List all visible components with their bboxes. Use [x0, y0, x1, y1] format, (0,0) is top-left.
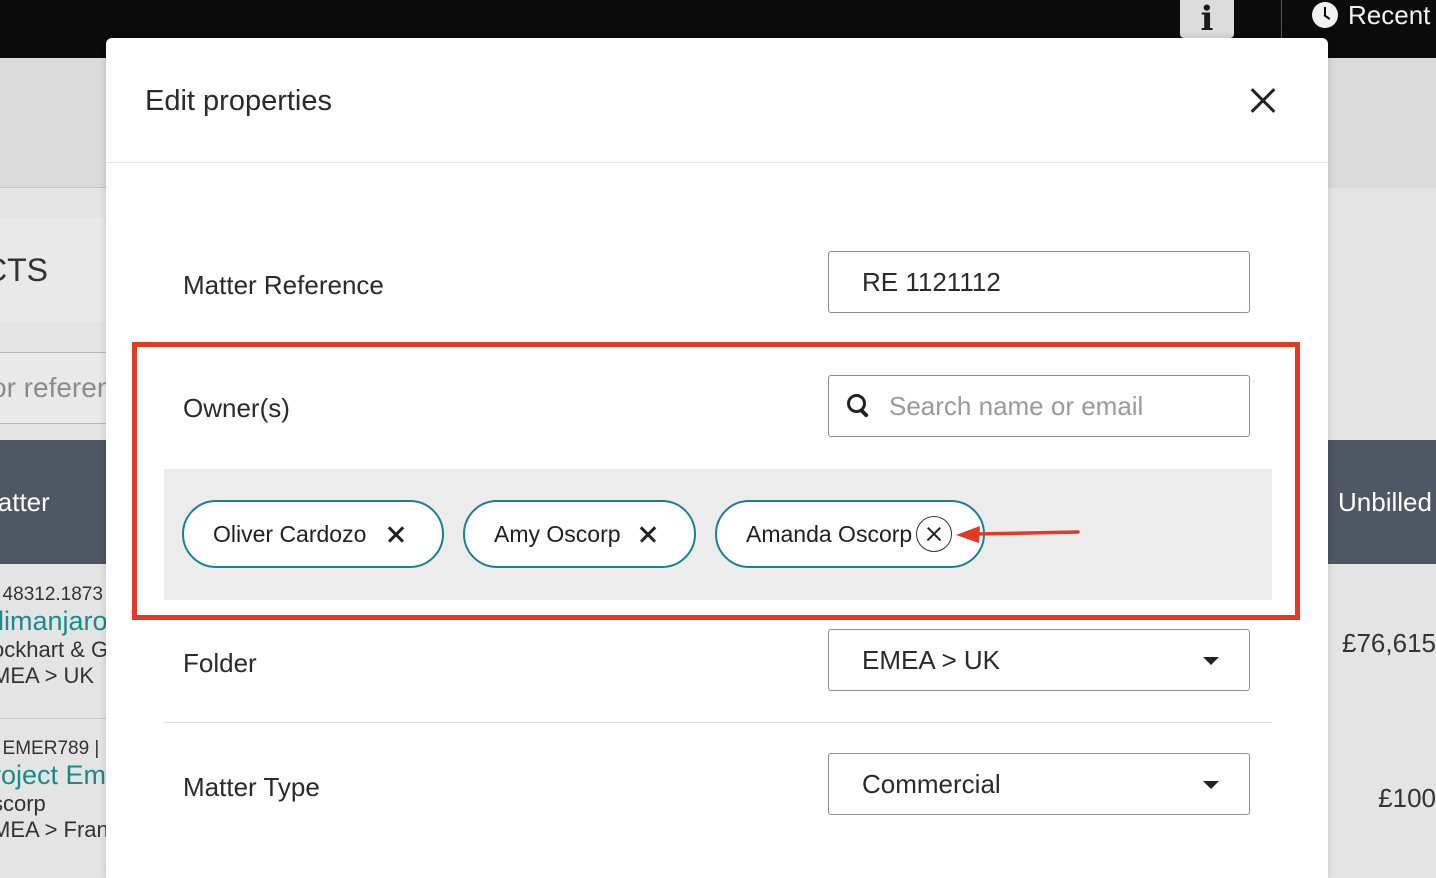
column-header-matter: latter	[0, 486, 50, 517]
row-reference: : EMER789 |	[0, 738, 100, 759]
chevron-down-icon	[1203, 657, 1219, 665]
background-section-title: CTS	[0, 218, 110, 322]
chevron-down-icon	[1203, 781, 1219, 789]
row-reference: : 48312.1873	[0, 584, 103, 605]
recent-label: Recent	[1348, 0, 1431, 30]
table-row[interactable]: : 48312.1873 ilimanjaro ockhart & G MEA …	[0, 584, 110, 714]
table-row[interactable]: : EMER789 | roject Em scorp MEA > Fran	[0, 738, 110, 846]
row-folder: MEA > Fran	[0, 817, 109, 842]
info-button[interactable]: i	[1180, 0, 1234, 39]
row-matter-link[interactable]: ilimanjaro	[0, 606, 110, 637]
folder-select[interactable]: EMEA > UK	[828, 629, 1250, 691]
matter-reference-input[interactable]: RE 1121112	[828, 251, 1250, 313]
matter-type-value: Commercial	[862, 768, 1001, 799]
background-search-placeholder: or referen	[0, 372, 110, 403]
matter-reference-value: RE 1121112	[862, 266, 1001, 297]
clock-icon	[1312, 2, 1338, 28]
recent-button[interactable]: Recent	[1312, 0, 1430, 30]
table-header-matter[interactable]: latter	[0, 440, 110, 564]
folder-label: Folder	[183, 648, 257, 678]
row-amount: £76,615	[1342, 628, 1436, 658]
matter-reference-label: Matter Reference	[183, 270, 384, 300]
row-matter-link[interactable]: roject Em	[0, 760, 110, 791]
background-search-input[interactable]: or referen	[0, 352, 110, 424]
dialog-header: Edit properties	[106, 38, 1328, 163]
row-client: scorp	[0, 791, 46, 816]
row-amount: £100	[1378, 783, 1436, 813]
field-divider	[164, 722, 1272, 723]
folder-value: EMEA > UK	[862, 644, 1000, 675]
background-divider	[0, 187, 110, 188]
column-header-unbilled: Unbilled	[1338, 486, 1432, 517]
annotation-highlight-box	[132, 342, 1300, 620]
row-folder: MEA > UK	[0, 663, 95, 688]
row-client: ockhart & G	[0, 637, 109, 662]
row-divider	[0, 718, 110, 719]
matter-type-label: Matter Type	[183, 772, 320, 802]
dialog-title: Edit properties	[145, 85, 332, 117]
section-title-text: CTS	[0, 251, 48, 288]
close-icon[interactable]	[1246, 84, 1280, 118]
table-header-unbilled[interactable]: Unbilled	[1328, 440, 1436, 564]
topbar-divider	[1281, 0, 1282, 40]
matter-type-select[interactable]: Commercial	[828, 753, 1250, 815]
